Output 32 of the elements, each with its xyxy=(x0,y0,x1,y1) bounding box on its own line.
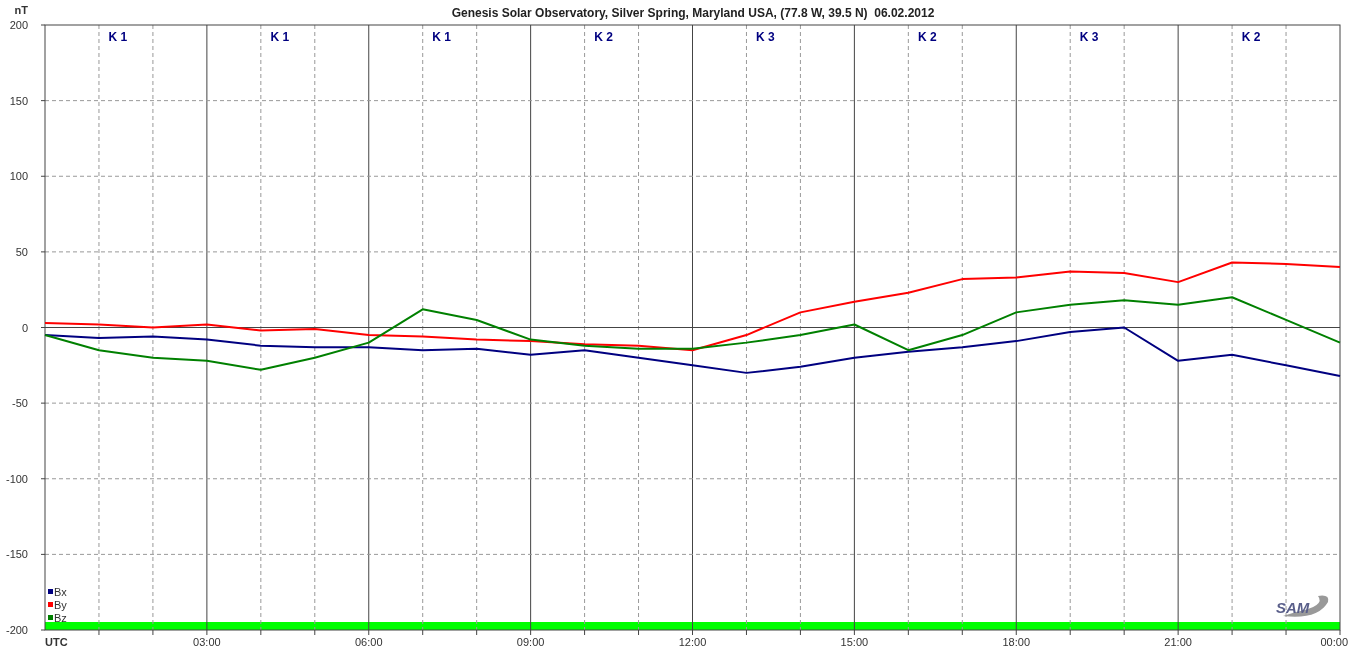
axis-label: 06:00 xyxy=(355,636,383,648)
k-index-label: K 3 xyxy=(756,30,775,44)
axis-label: 03:00 xyxy=(193,636,221,648)
axis-label: 0 xyxy=(21,321,28,334)
k-index-label: K 2 xyxy=(917,30,937,44)
axis-label: 15:00 xyxy=(840,636,869,648)
axis-label: -150 xyxy=(5,548,28,561)
axis-label: 200 xyxy=(9,19,28,31)
axis-title: UTC xyxy=(45,636,68,648)
legend-label: Bz xyxy=(54,612,67,624)
axis-label: -50 xyxy=(12,397,28,410)
k-index-label: K 2 xyxy=(594,30,613,44)
axis-label: 21:00 xyxy=(1164,636,1192,648)
k-index-label: K 3 xyxy=(1079,30,1099,44)
axis-label: -100 xyxy=(5,472,28,485)
axis-label: -200 xyxy=(5,624,28,636)
axis-label: 100 xyxy=(9,170,28,183)
k-index-label: K 1 xyxy=(270,30,290,44)
axis-label: 150 xyxy=(9,94,28,107)
k-index-label: K 2 xyxy=(1241,30,1261,44)
axis-label: 12:00 xyxy=(678,636,707,648)
legend-label: Bx xyxy=(54,586,67,598)
axis-title: nT xyxy=(14,4,28,16)
axis-label: 00:00 xyxy=(1320,636,1348,648)
axis-label: 18:00 xyxy=(1002,636,1030,648)
logo: SAM xyxy=(1276,595,1329,617)
axis-label: 50 xyxy=(15,245,28,258)
k-index-label: K 1 xyxy=(108,30,128,44)
chart-title: Genesis Solar Observatory, Silver Spring, Maryland USA, (77.8 W, 39.5 N) 06.02.2012 xyxy=(451,6,935,20)
legend-label: By xyxy=(54,599,67,611)
k-index-label: K 1 xyxy=(432,30,451,44)
axis-label: 09:00 xyxy=(516,636,545,648)
